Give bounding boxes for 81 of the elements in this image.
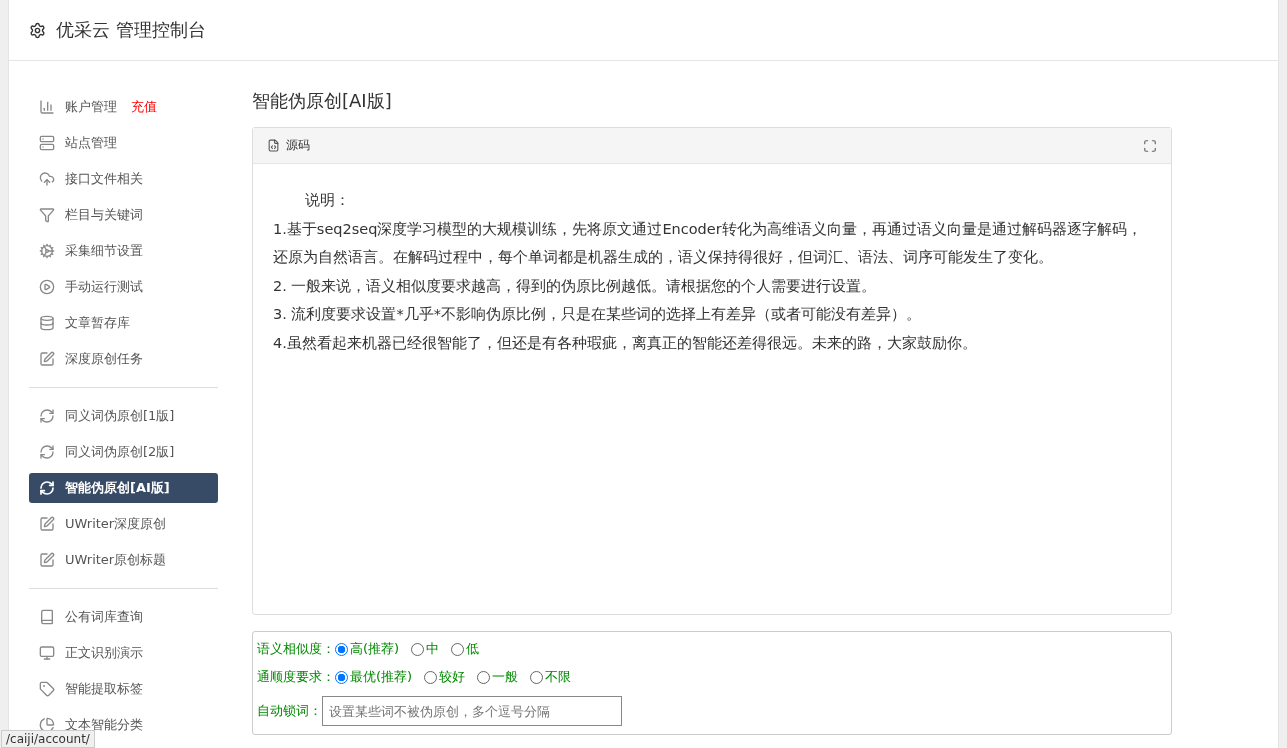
sidebar-item[interactable]: 深度原创任务 xyxy=(29,344,218,374)
sidebar-item[interactable]: 同义词伪原创[1版] xyxy=(29,401,218,431)
server-icon xyxy=(39,135,55,151)
sidebar-item[interactable]: 智能提取标签 xyxy=(29,674,218,704)
refresh-icon xyxy=(39,408,55,424)
edit-icon xyxy=(39,552,55,568)
monitor-icon xyxy=(39,645,55,661)
sidebar-label: 公有词库查询 xyxy=(65,608,143,626)
cloud-upload-icon xyxy=(39,171,55,187)
radio-option[interactable]: 高(推荐) xyxy=(335,640,400,658)
sidebar-item[interactable]: 公有词库查询 xyxy=(29,602,218,632)
settings-icon xyxy=(29,21,46,39)
sidebar-label: 文章暂存库 xyxy=(65,314,130,332)
code-file-icon xyxy=(267,139,280,152)
fullscreen-icon[interactable] xyxy=(1143,138,1157,153)
sidebar-label: UWriter深度原创 xyxy=(65,515,167,533)
radio-button[interactable] xyxy=(411,642,425,656)
sidebar-label: 手动运行测试 xyxy=(65,278,143,296)
radio-option[interactable]: 一般 xyxy=(477,668,519,686)
sidebar-item[interactable]: 采集细节设置 xyxy=(29,236,218,266)
tag-icon xyxy=(39,681,55,697)
editor-paragraph: 3. 流利度要求设置*几乎*不影响伪原比例，只是在某些词的选择上有差异（或者可能没有差异）。 xyxy=(273,305,922,324)
option-label: 通顺度要求： xyxy=(257,668,335,686)
sidebar-label: 同义词伪原创[2版] xyxy=(65,443,175,461)
radio-button[interactable] xyxy=(477,670,491,684)
sidebar-label: 智能伪原创[AI版] xyxy=(65,479,170,497)
sidebar-label: 深度原创任务 xyxy=(65,350,143,368)
refresh-icon xyxy=(39,444,55,460)
sidebar-item[interactable]: UWriter原创标题 xyxy=(29,545,218,575)
edit-icon xyxy=(39,351,55,367)
sidebar-item[interactable]: 账户管理 充值 xyxy=(29,92,218,122)
lock-words-label: 自动锁词： xyxy=(257,702,322,720)
book-icon xyxy=(39,609,55,625)
status-url: /caiji/account/ xyxy=(1,730,95,748)
sidebar-item[interactable]: 接口文件相关 xyxy=(29,164,218,194)
bar-chart-icon xyxy=(39,99,55,115)
gear-icon xyxy=(39,243,55,259)
sidebar-label: 站点管理 xyxy=(65,134,117,152)
radio-button[interactable] xyxy=(530,670,544,684)
radio-option[interactable]: 中 xyxy=(411,640,440,658)
sidebar-label: 正文识别演示 xyxy=(65,644,143,662)
pie-chart-icon xyxy=(39,717,55,733)
sidebar-label: 采集细节设置 xyxy=(65,242,143,260)
sidebar-item[interactable]: 栏目与关键词 xyxy=(29,200,218,230)
filter-icon xyxy=(39,207,55,223)
sidebar-item[interactable]: 手动运行测试 xyxy=(29,272,218,302)
edit-icon xyxy=(39,516,55,532)
sidebar-item[interactable]: 同义词伪原创[2版] xyxy=(29,437,218,467)
sidebar-label: 文本智能分类 xyxy=(65,716,143,733)
radio-option[interactable]: 较好 xyxy=(424,668,466,686)
radio-button[interactable] xyxy=(335,670,348,684)
radio-button[interactable] xyxy=(424,670,438,684)
play-icon xyxy=(39,279,55,295)
sidebar-label: 接口文件相关 xyxy=(65,170,143,188)
sidebar-item[interactable]: 站点管理 xyxy=(29,128,218,158)
source-button[interactable]: 源码 xyxy=(267,137,310,154)
sidebar-item[interactable]: 智能伪原创[AI版] xyxy=(29,473,218,503)
editor-paragraph: 4.虽然看起来机器已经很智能了，但还是有各种瑕疵，离真正的智能还差得很远。未来的路，大家鼓励你。 xyxy=(273,333,978,353)
sidebar-label: 智能提取标签 xyxy=(65,680,143,698)
editor-paragraph: 1.基于seq2seq深度学习模型的大规模训练，先将原文通过Encoder转化为高维语义向量，再通过语义向量是通过解码器逐字解码，还原为自然语言。在解码过程中，每个单词都是机器生成的，语义保持得很好，但词汇、语法、词序可能发生了变化。 xyxy=(273,219,1143,267)
radio-option[interactable]: 低 xyxy=(451,640,480,658)
radio-button[interactable] xyxy=(335,642,348,656)
sidebar-item[interactable]: UWriter深度原创 xyxy=(29,509,218,539)
sidebar-label: 同义词伪原创[1版] xyxy=(65,407,175,425)
sidebar-item[interactable]: 文章暂存库 xyxy=(29,308,218,338)
radio-option[interactable]: 最优(推荐) xyxy=(335,668,413,686)
sidebar-item[interactable]: 正文识别演示 xyxy=(29,638,218,668)
lock-words-field[interactable]: 设置某些词不被伪原创，多个逗号分隔 xyxy=(322,696,622,726)
editor-paragraph: 说明： xyxy=(304,191,351,210)
database-icon xyxy=(39,315,55,331)
option-label: 语义相似度： xyxy=(257,640,335,658)
radio-option[interactable]: 不限 xyxy=(530,668,572,686)
editor-paragraph: 2. 一般来说，语义相似度要求越高，得到的伪原比例越低。请根据您的个人需要进行设置。 xyxy=(273,276,878,296)
sidebar-label: 栏目与关键词 xyxy=(65,206,143,224)
sidebar-label: 账户管理 xyxy=(65,98,117,116)
app-title: 优采云 管理控制台 xyxy=(56,18,206,42)
recharge-badge[interactable]: 充值 xyxy=(131,98,157,116)
refresh-icon xyxy=(39,480,55,496)
sidebar-label: UWriter原创标题 xyxy=(65,551,167,569)
radio-button[interactable] xyxy=(451,642,465,656)
page-title: 智能伪原创[AI版] xyxy=(252,89,393,113)
